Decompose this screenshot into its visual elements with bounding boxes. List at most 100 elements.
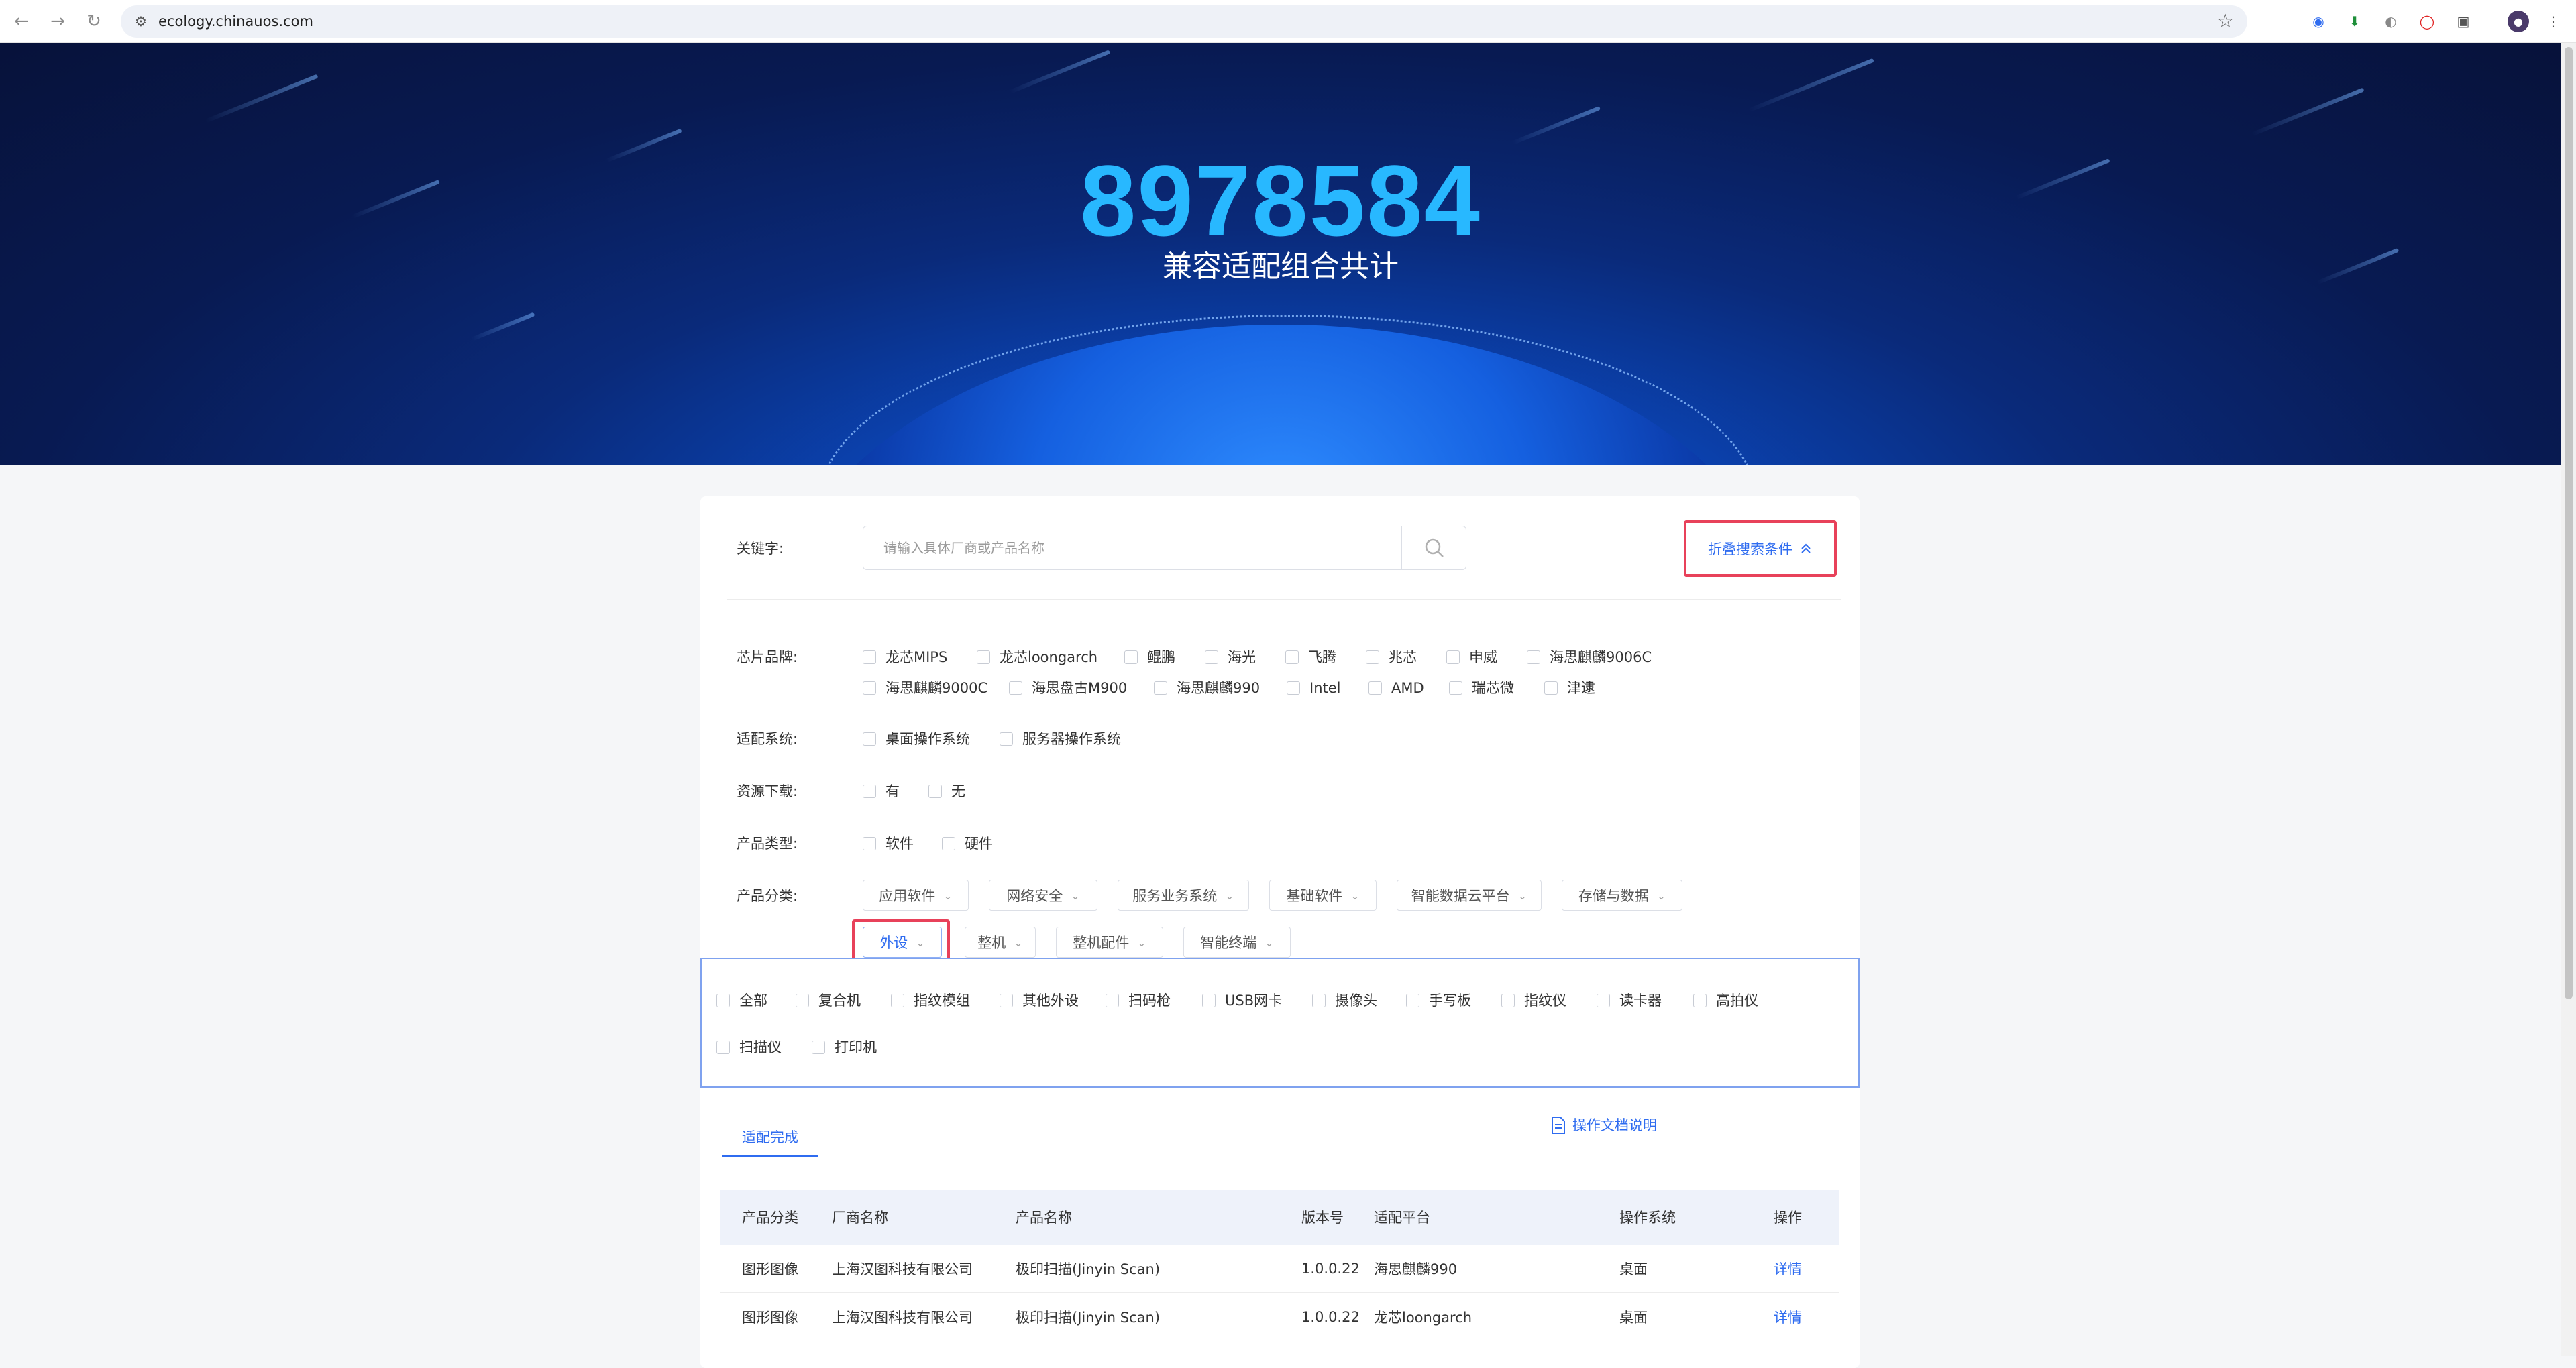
checkbox[interactable]: [977, 650, 990, 664]
chip-brand-option[interactable]: 瑞芯微: [1449, 679, 1514, 697]
category-dropdown-storage[interactable]: 存储与数据 ⌄: [1562, 880, 1682, 911]
menu-dots-icon[interactable]: ⋮: [2542, 11, 2564, 32]
address-bar[interactable]: ⚙ ecology.chinauos.com ☆: [121, 5, 2247, 38]
checkbox[interactable]: [1693, 994, 1707, 1007]
checkbox[interactable]: [863, 650, 876, 664]
search-input[interactable]: [863, 526, 1400, 569]
checkbox[interactable]: [1205, 650, 1218, 664]
chip-brand-option[interactable]: Intel: [1287, 679, 1341, 697]
details-link[interactable]: 详情: [1774, 1293, 1802, 1341]
chip-brand-option[interactable]: 海思盘古M900: [1009, 679, 1127, 697]
reload-icon[interactable]: ↻: [82, 9, 106, 34]
details-link[interactable]: 详情: [1774, 1245, 1802, 1292]
checkbox[interactable]: [1544, 681, 1558, 695]
url-text[interactable]: ecology.chinauos.com: [158, 12, 313, 31]
peripheral-option[interactable]: 复合机: [796, 991, 861, 1010]
category-dropdown-cloud[interactable]: 智能数据云平台 ⌄: [1397, 880, 1542, 911]
download-icon[interactable]: ⬇: [2344, 11, 2365, 32]
checkbox[interactable]: [716, 1041, 730, 1054]
checkbox[interactable]: [928, 785, 942, 798]
doc-link[interactable]: 操作文档说明: [1551, 1116, 1657, 1135]
system-option[interactable]: 桌面操作系统: [863, 730, 970, 748]
chip-brand-option[interactable]: 龙芯MIPS: [863, 648, 947, 667]
category-dropdown-security[interactable]: 网络安全 ⌄: [989, 880, 1097, 911]
chip-brand-option[interactable]: 海思麒麟990: [1154, 679, 1260, 697]
chip-brand-option[interactable]: 飞腾: [1285, 648, 1336, 667]
checkbox[interactable]: [1154, 681, 1167, 695]
opera-icon[interactable]: ◯: [2416, 11, 2438, 32]
checkbox[interactable]: [1287, 681, 1300, 695]
chip-brand-option[interactable]: 兆芯: [1366, 648, 1417, 667]
category-dropdown-terminal[interactable]: 智能终端 ⌄: [1183, 927, 1291, 958]
checkbox[interactable]: [1000, 732, 1013, 746]
checkbox[interactable]: [1000, 994, 1013, 1007]
category-dropdown-business[interactable]: 服务业务系统 ⌄: [1118, 880, 1249, 911]
tab-adapted[interactable]: 适配完成: [722, 1119, 818, 1157]
category-dropdown-parts[interactable]: 整机配件 ⌄: [1056, 927, 1163, 958]
checkbox[interactable]: [1009, 681, 1022, 695]
peripheral-option[interactable]: USB网卡: [1202, 991, 1282, 1010]
page-scrollbar[interactable]: [2561, 43, 2576, 1356]
peripheral-option[interactable]: 指纹模组: [891, 991, 970, 1010]
chip-brand-option[interactable]: AMD: [1368, 679, 1424, 697]
chip-brand-option[interactable]: 申威: [1446, 648, 1497, 667]
profile-avatar[interactable]: ●: [2508, 11, 2529, 32]
checkbox[interactable]: [1368, 681, 1382, 695]
chip-brand-option[interactable]: 海光: [1205, 648, 1256, 667]
checkbox[interactable]: [1285, 650, 1299, 664]
checkbox[interactable]: [796, 994, 809, 1007]
download-option[interactable]: 有: [863, 782, 900, 801]
peripheral-option[interactable]: 指纹仪: [1501, 991, 1566, 1010]
scrollbar-thumb[interactable]: [2565, 47, 2573, 999]
checkbox[interactable]: [812, 1041, 825, 1054]
checkbox[interactable]: [863, 785, 876, 798]
chip-brand-option[interactable]: 海思麒麟9006C: [1527, 648, 1652, 667]
bookmark-star-icon[interactable]: ☆: [2217, 11, 2234, 32]
checkbox[interactable]: [1527, 650, 1540, 664]
checkbox[interactable]: [1124, 650, 1138, 664]
peripheral-option[interactable]: 摄像头: [1312, 991, 1377, 1010]
site-info-icon[interactable]: ⚙: [133, 13, 149, 30]
chip-brand-option[interactable]: 海思麒麟9000C: [863, 679, 987, 697]
checkbox[interactable]: [863, 837, 876, 850]
peripheral-option[interactable]: 高拍仪: [1693, 991, 1758, 1010]
checkbox[interactable]: [1449, 681, 1462, 695]
extensions-puzzle-icon[interactable]: ▣: [2453, 11, 2474, 32]
peripheral-option[interactable]: 打印机: [812, 1038, 877, 1057]
extension-2-icon[interactable]: ◐: [2380, 11, 2402, 32]
checkbox[interactable]: [1366, 650, 1379, 664]
checkbox[interactable]: [1501, 994, 1515, 1007]
extension-1-icon[interactable]: ◉: [2308, 11, 2329, 32]
checkbox[interactable]: [1312, 994, 1326, 1007]
forward-icon[interactable]: →: [46, 9, 70, 34]
chip-brand-option[interactable]: 龙芯loongarch: [977, 648, 1097, 667]
checkbox[interactable]: [942, 837, 955, 850]
peripheral-option[interactable]: 其他外设: [1000, 991, 1079, 1010]
chip-brand-option[interactable]: 津逮: [1544, 679, 1595, 697]
checkbox[interactable]: [863, 681, 876, 695]
checkbox[interactable]: [1446, 650, 1460, 664]
checkbox[interactable]: [1106, 994, 1119, 1007]
peripheral-option[interactable]: 手写板: [1406, 991, 1471, 1010]
checkbox[interactable]: [891, 994, 904, 1007]
chip-brand-option[interactable]: 鲲鹏: [1124, 648, 1175, 667]
peripheral-option[interactable]: 读卡器: [1597, 991, 1662, 1010]
peripheral-option[interactable]: 全部: [716, 991, 767, 1010]
search-button[interactable]: [1401, 526, 1466, 569]
checkbox[interactable]: [1202, 994, 1216, 1007]
system-option[interactable]: 服务器操作系统: [1000, 730, 1121, 748]
checkbox[interactable]: [716, 994, 730, 1007]
category-dropdown-base[interactable]: 基础软件 ⌄: [1269, 880, 1377, 911]
checkbox[interactable]: [1597, 994, 1610, 1007]
collapse-filters-button[interactable]: 折叠搜索条件: [1684, 520, 1837, 577]
product-type-option[interactable]: 硬件: [942, 834, 993, 853]
peripheral-option[interactable]: 扫描仪: [716, 1038, 782, 1057]
category-dropdown-machine[interactable]: 整机 ⌄: [965, 927, 1036, 958]
product-type-option[interactable]: 软件: [863, 834, 914, 853]
category-dropdown-app[interactable]: 应用软件 ⌄: [863, 880, 969, 911]
checkbox[interactable]: [1406, 994, 1419, 1007]
download-option[interactable]: 无: [928, 782, 965, 801]
peripheral-option[interactable]: 扫码枪: [1106, 991, 1171, 1010]
back-icon[interactable]: ←: [9, 9, 34, 34]
checkbox[interactable]: [863, 732, 876, 746]
